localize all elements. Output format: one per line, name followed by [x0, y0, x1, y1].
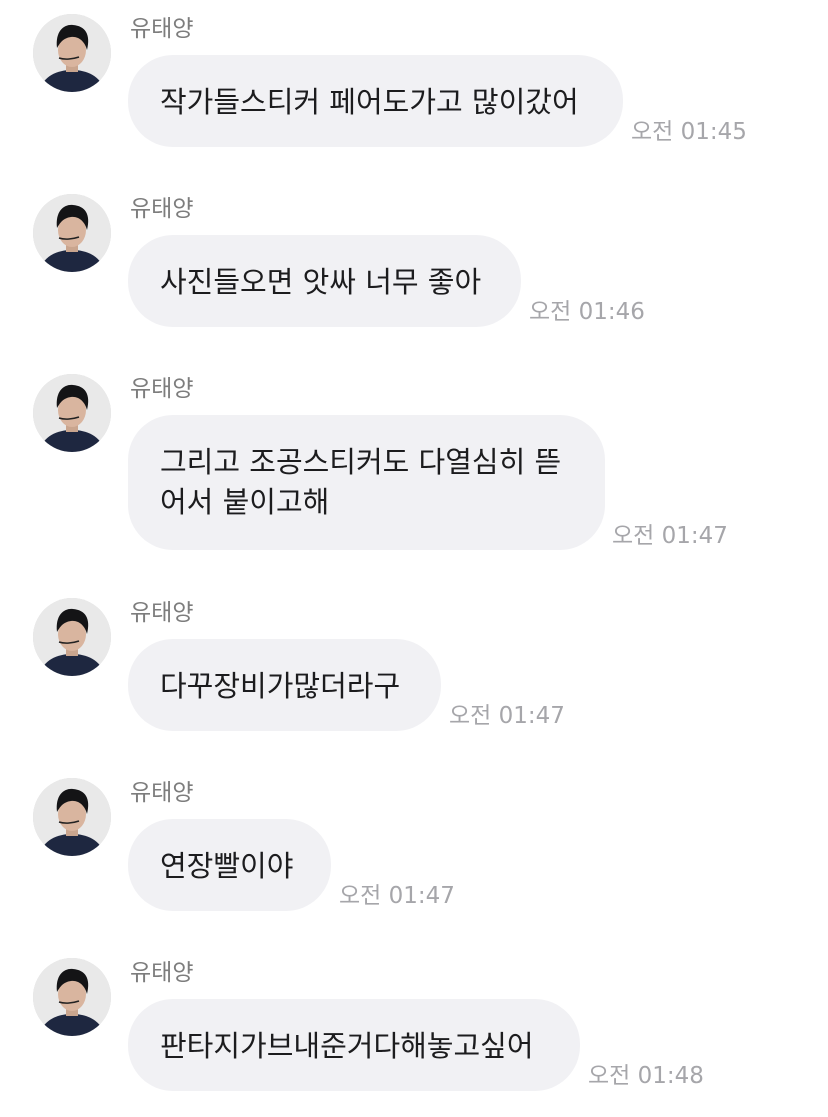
profile-photo-icon	[33, 14, 111, 92]
avatar[interactable]	[33, 958, 111, 1036]
message-timestamp: 오전 01:47	[339, 883, 455, 909]
avatar[interactable]	[33, 374, 111, 452]
sender-name: 유태양	[130, 600, 194, 626]
message-timestamp: 오전 01:47	[449, 703, 565, 729]
sender-name: 유태양	[130, 376, 194, 402]
message-bubble[interactable]: 다꾸장비가많더라구	[128, 639, 441, 731]
profile-photo-icon	[33, 958, 111, 1036]
sender-name: 유태양	[130, 16, 194, 42]
message-timestamp: 오전 01:48	[588, 1063, 704, 1089]
message-bubble[interactable]: 작가들스티커 페어도가고 많이갔어	[128, 55, 623, 147]
message-timestamp: 오전 01:45	[631, 119, 747, 145]
avatar[interactable]	[33, 598, 111, 676]
avatar[interactable]	[33, 14, 111, 92]
avatar[interactable]	[33, 194, 111, 272]
profile-photo-icon	[33, 778, 111, 856]
message-bubble[interactable]: 사진들오면 앗싸 너무 좋아	[128, 235, 521, 327]
profile-photo-icon	[33, 374, 111, 452]
sender-name: 유태양	[130, 196, 194, 222]
message-bubble[interactable]: 그리고 조공스티커도 다열심히 뜯 어서 붙이고해	[128, 415, 605, 550]
message-timestamp: 오전 01:47	[612, 523, 728, 549]
sender-name: 유태양	[130, 780, 194, 806]
avatar[interactable]	[33, 778, 111, 856]
chat-thread: 유태양 작가들스티커 페어도가고 많이갔어 오전 01:45 유태양 사진들오면…	[0, 0, 828, 1117]
message-bubble[interactable]: 연장빨이야	[128, 819, 331, 911]
sender-name: 유태양	[130, 960, 194, 986]
message-bubble[interactable]: 판타지가브내준거다해놓고싶어	[128, 999, 580, 1091]
profile-photo-icon	[33, 598, 111, 676]
profile-photo-icon	[33, 194, 111, 272]
message-timestamp: 오전 01:46	[529, 299, 645, 325]
